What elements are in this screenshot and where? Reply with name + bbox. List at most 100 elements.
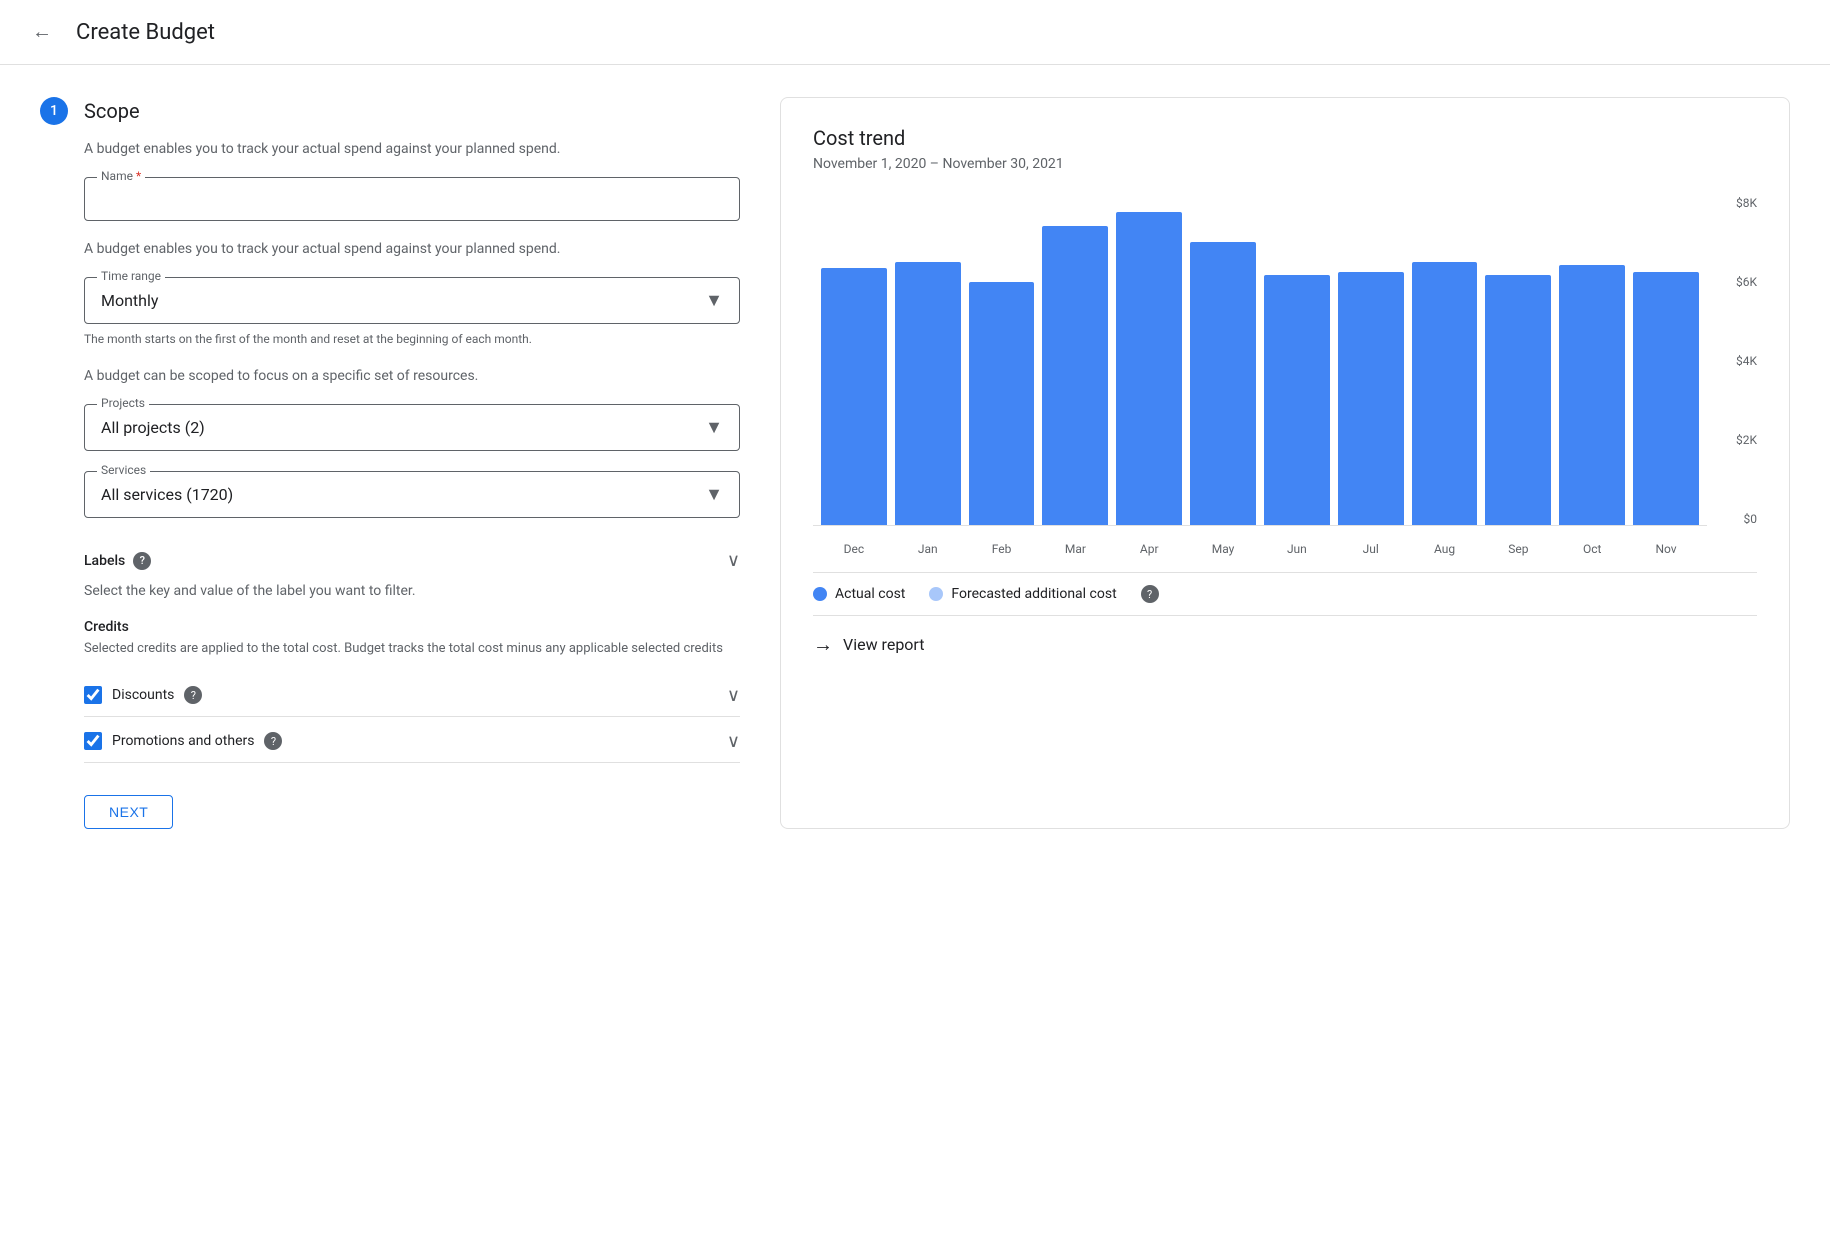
bar bbox=[1116, 212, 1182, 525]
chart-area: $8K $6K $4K $2K $0 DecJanFebMarAprMayJun… bbox=[813, 196, 1757, 556]
bar bbox=[1633, 272, 1699, 525]
y-axis: $8K $6K $4K $2K $0 bbox=[1717, 196, 1757, 526]
credits-title: Credits bbox=[84, 619, 740, 635]
credits-desc: Selected credits are applied to the tota… bbox=[84, 639, 740, 659]
discounts-help-icon[interactable]: ? bbox=[184, 686, 202, 704]
legend-actual-label: Actual cost bbox=[835, 586, 905, 602]
name-input[interactable] bbox=[101, 190, 723, 208]
discounts-label: Discounts bbox=[112, 687, 174, 703]
time-range-select[interactable]: Time range Monthly ▼ bbox=[84, 277, 740, 324]
bar-column bbox=[1042, 196, 1108, 525]
labels-section: Labels ? ∨ Select the key and value of t… bbox=[84, 538, 740, 599]
discounts-left: Discounts ? bbox=[84, 686, 202, 704]
cost-trend-date: November 1, 2020 – November 30, 2021 bbox=[813, 156, 1757, 172]
time-range-hint: The month starts on the first of the mon… bbox=[84, 330, 740, 348]
promotions-help-icon[interactable]: ? bbox=[264, 732, 282, 750]
back-button[interactable]: ← bbox=[24, 14, 60, 50]
discounts-checkbox[interactable] bbox=[84, 686, 102, 704]
scope-desc3: A budget can be scoped to focus on a spe… bbox=[84, 368, 740, 384]
name-field-container: Name * bbox=[84, 177, 740, 221]
top-bar: ← Create Budget bbox=[0, 0, 1830, 65]
labels-title: Labels bbox=[84, 553, 125, 569]
time-range-chevron-icon: ▼ bbox=[705, 290, 723, 311]
left-panel: 1 Scope A budget enables you to track yo… bbox=[40, 97, 740, 829]
right-panel: Cost trend November 1, 2020 – November 3… bbox=[780, 97, 1790, 829]
services-label: Services bbox=[97, 463, 150, 477]
scope-title: Scope bbox=[84, 99, 140, 123]
promotions-checkbox[interactable] bbox=[84, 732, 102, 750]
labels-header[interactable]: Labels ? ∨ bbox=[84, 538, 740, 583]
chart-legend: Actual cost Forecasted additional cost ? bbox=[813, 572, 1757, 615]
name-label: Name * bbox=[97, 169, 145, 183]
time-range-container: Time range Monthly ▼ The month starts on… bbox=[84, 277, 740, 348]
x-axis: DecJanFebMarAprMayJunJulAugSepOctNov bbox=[813, 526, 1707, 556]
bar-column bbox=[1485, 196, 1551, 525]
promotions-label: Promotions and others bbox=[112, 733, 254, 749]
services-container: Services All services (1720) ▼ bbox=[84, 471, 740, 518]
time-range-value: Monthly bbox=[101, 291, 158, 310]
projects-label: Projects bbox=[97, 396, 149, 410]
x-label: Jun bbox=[1264, 542, 1330, 556]
next-button[interactable]: NEXT bbox=[84, 795, 173, 829]
bar bbox=[1485, 275, 1551, 525]
bar-column bbox=[1412, 196, 1478, 525]
projects-container: Projects All projects (2) ▼ bbox=[84, 404, 740, 451]
legend-forecast-label: Forecasted additional cost bbox=[951, 586, 1116, 602]
view-report-link[interactable]: → View report bbox=[813, 615, 1757, 661]
cost-trend-title: Cost trend bbox=[813, 126, 1757, 150]
view-report-arrow-icon: → bbox=[813, 632, 833, 657]
bar-column bbox=[1116, 196, 1182, 525]
promotions-left: Promotions and others ? bbox=[84, 732, 282, 750]
bar bbox=[1559, 265, 1625, 525]
projects-value: All projects (2) bbox=[101, 418, 205, 437]
required-marker: * bbox=[136, 169, 141, 183]
bar-column bbox=[1264, 196, 1330, 525]
step-circle: 1 bbox=[40, 97, 68, 125]
bar-column bbox=[895, 196, 961, 525]
labels-chevron-icon: ∨ bbox=[727, 550, 740, 571]
services-select[interactable]: Services All services (1720) ▼ bbox=[84, 471, 740, 518]
bar bbox=[1412, 262, 1478, 525]
y-label-6k: $6K bbox=[1736, 275, 1757, 289]
y-label-4k: $4K bbox=[1736, 354, 1757, 368]
x-label: Jan bbox=[895, 542, 961, 556]
projects-select[interactable]: Projects All projects (2) ▼ bbox=[84, 404, 740, 451]
chart-bars bbox=[813, 196, 1707, 526]
bar-column bbox=[1633, 196, 1699, 525]
bar bbox=[821, 268, 887, 525]
credits-section: Credits Selected credits are applied to … bbox=[84, 619, 740, 763]
scope-desc2: A budget enables you to track your actua… bbox=[84, 241, 740, 257]
bar bbox=[1190, 242, 1256, 525]
bar-column bbox=[821, 196, 887, 525]
y-label-8k: $8K bbox=[1736, 196, 1757, 210]
bar-column bbox=[1559, 196, 1625, 525]
forecast-dot-icon bbox=[929, 587, 943, 601]
bar bbox=[895, 262, 961, 525]
page-title: Create Budget bbox=[76, 20, 215, 45]
x-label: Jul bbox=[1338, 542, 1404, 556]
legend-help-icon[interactable]: ? bbox=[1141, 585, 1159, 603]
services-chevron-icon: ▼ bbox=[705, 484, 723, 505]
projects-chevron-icon: ▼ bbox=[705, 417, 723, 438]
bar bbox=[1042, 226, 1108, 525]
scope-header: 1 Scope bbox=[40, 97, 740, 125]
labels-help-icon[interactable]: ? bbox=[133, 552, 151, 570]
main-content: 1 Scope A budget enables you to track yo… bbox=[0, 65, 1830, 861]
bar bbox=[1338, 272, 1404, 525]
legend-forecast: Forecasted additional cost bbox=[929, 586, 1116, 602]
promotions-row: Promotions and others ? ∨ bbox=[84, 721, 740, 763]
scope-desc1: A budget enables you to track your actua… bbox=[84, 141, 740, 157]
x-label: Sep bbox=[1485, 542, 1551, 556]
y-label-2k: $2K bbox=[1736, 433, 1757, 447]
legend-actual: Actual cost bbox=[813, 586, 905, 602]
discounts-row: Discounts ? ∨ bbox=[84, 675, 740, 717]
bar bbox=[1264, 275, 1330, 525]
x-label: Aug bbox=[1412, 542, 1478, 556]
time-range-label: Time range bbox=[97, 269, 165, 283]
labels-desc: Select the key and value of the label yo… bbox=[84, 583, 740, 599]
x-label: Feb bbox=[969, 542, 1035, 556]
bar-column bbox=[1338, 196, 1404, 525]
name-field-wrapper: Name * bbox=[84, 177, 740, 221]
y-label-0: $0 bbox=[1744, 512, 1758, 526]
x-label: Dec bbox=[821, 542, 887, 556]
